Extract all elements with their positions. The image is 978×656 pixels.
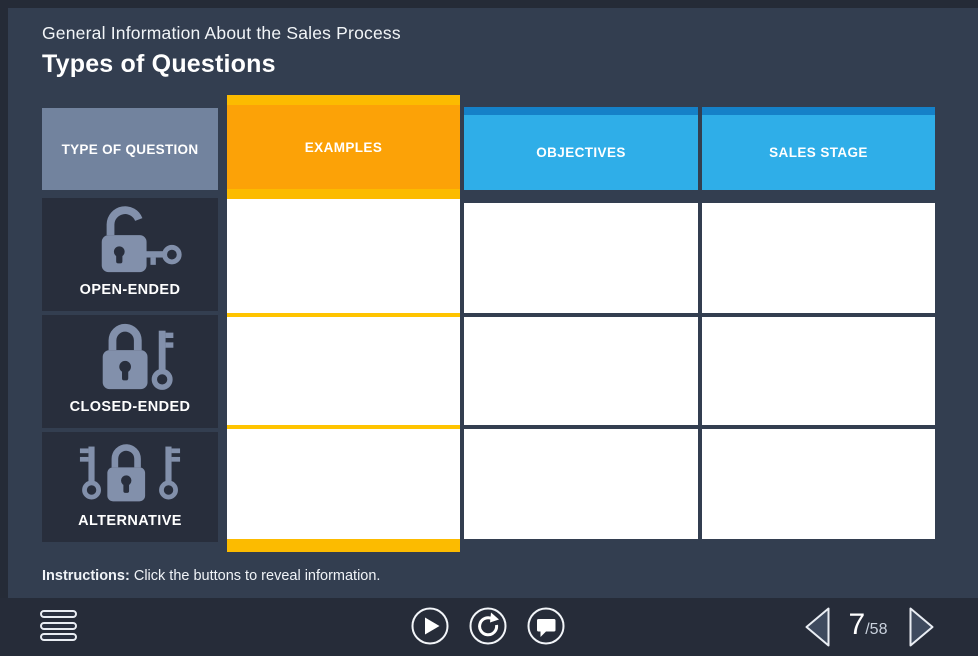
examples-top-accent	[227, 95, 460, 105]
column-gap	[702, 190, 935, 203]
cell-examples-closed-ended	[227, 317, 460, 425]
examples-bottom-accent	[227, 539, 460, 552]
page-current: 7	[849, 608, 866, 641]
next-button[interactable]	[908, 606, 935, 653]
menu-button[interactable]	[40, 610, 78, 645]
cell-sales-stage-closed-ended	[702, 317, 935, 425]
row-button-closed-ended[interactable]: CLOSED-ENDED	[42, 315, 218, 428]
cell-examples-open-ended	[227, 199, 460, 313]
sales-stage-top-accent	[702, 107, 935, 115]
left-edge-strip	[0, 0, 8, 598]
page-total: /58	[865, 621, 887, 638]
unlocked-padlock-with-key-icon	[42, 198, 218, 282]
locked-padlock-with-two-keys-icon	[42, 432, 218, 513]
player-bar: 7/58	[0, 598, 978, 656]
comment-button[interactable]	[527, 607, 565, 645]
column-sales-stage: SALES STAGE	[702, 107, 935, 539]
table-corner-header: TYPE OF QUESTION	[42, 108, 218, 190]
hamburger-menu-icon	[40, 610, 77, 618]
course-subtitle: General Information About the Sales Proc…	[42, 23, 401, 44]
previous-button[interactable]	[804, 606, 831, 653]
previous-arrow-icon	[804, 606, 831, 648]
column-header-examples[interactable]: EXAMPLES	[227, 105, 460, 189]
cell-objectives-alternative	[464, 429, 698, 539]
column-gap	[464, 190, 698, 203]
comment-icon	[527, 607, 565, 645]
hamburger-menu-icon	[40, 633, 77, 641]
row-button-alternative[interactable]: ALTERNATIVE	[42, 432, 218, 542]
objectives-top-accent	[464, 107, 698, 115]
slide-stage: General Information About the Sales Proc…	[0, 0, 978, 656]
column-objectives: OBJECTIVES	[464, 107, 698, 539]
play-button[interactable]	[411, 607, 449, 645]
column-header-objectives[interactable]: OBJECTIVES	[464, 115, 698, 190]
hamburger-menu-icon	[40, 622, 77, 630]
locked-padlock-with-key-icon	[42, 315, 218, 399]
next-arrow-icon	[908, 606, 935, 648]
examples-header-underline	[227, 189, 460, 199]
replay-button[interactable]	[469, 607, 507, 645]
column-header-sales-stage[interactable]: SALES STAGE	[702, 115, 935, 190]
cell-objectives-closed-ended	[464, 317, 698, 425]
row-button-open-ended[interactable]: OPEN-ENDED	[42, 198, 218, 311]
row-label-closed-ended: CLOSED-ENDED	[70, 399, 191, 415]
instructions-text: Instructions: Click the buttons to revea…	[42, 568, 380, 584]
column-examples: EXAMPLES	[227, 95, 460, 552]
cell-sales-stage-open-ended	[702, 203, 935, 313]
row-label-alternative: ALTERNATIVE	[78, 513, 182, 529]
instructions-body: Click the buttons to reveal information.	[130, 568, 381, 584]
page-title: Types of Questions	[42, 50, 276, 79]
row-label-open-ended: OPEN-ENDED	[80, 282, 181, 298]
cell-sales-stage-alternative	[702, 429, 935, 539]
cell-objectives-open-ended	[464, 203, 698, 313]
page-indicator: 7/58	[836, 608, 900, 642]
top-edge-strip	[0, 0, 978, 8]
cell-examples-alternative	[227, 429, 460, 539]
play-icon	[411, 607, 449, 645]
instructions-label: Instructions:	[42, 568, 130, 584]
replay-icon	[469, 607, 507, 645]
